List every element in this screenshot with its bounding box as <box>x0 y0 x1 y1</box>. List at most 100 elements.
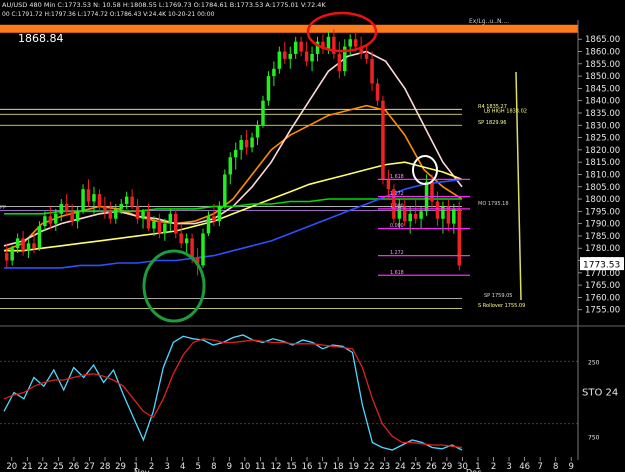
high-value-label: 1868.84 <box>18 32 64 45</box>
candle-body <box>452 208 456 224</box>
candle-body <box>26 243 31 251</box>
x-tick-label: 10 <box>239 462 250 472</box>
x-tick-label: 46 <box>519 462 530 472</box>
y-tick-label: 1760.00 <box>585 293 620 303</box>
y-tick-label: 1815.00 <box>585 158 620 168</box>
candle-body <box>283 51 287 59</box>
x-tick-label: 27 <box>84 462 95 472</box>
x-tick-label: 26 <box>426 462 437 472</box>
fib-level-label: 1.272 <box>390 191 404 197</box>
candle-body <box>435 201 440 219</box>
candle-body <box>157 221 162 234</box>
y-tick-label: 1845.00 <box>585 84 620 94</box>
symbol-info-line: AU/USD 480 Min C:1773.53 N: 10.58 H:1808… <box>2 1 326 9</box>
candle-body <box>299 41 303 52</box>
candle-body <box>212 216 216 222</box>
candle-body <box>250 137 254 148</box>
x-tick-label: 21 <box>22 462 33 472</box>
candle-body <box>114 208 118 219</box>
x-tick-label: 9 <box>227 462 232 472</box>
candle-body <box>119 203 123 209</box>
x-tick-label: 9 <box>569 462 574 472</box>
y-tick-label: 1800.00 <box>585 195 620 205</box>
candle-body <box>37 226 42 249</box>
level-label: SP 1829.96 <box>478 120 506 126</box>
candle-body <box>179 233 183 244</box>
y-tick-label: 1795.00 <box>585 207 620 217</box>
y-tick-label: 1790.00 <box>585 220 620 230</box>
candle-body <box>59 203 63 214</box>
candle-body <box>146 211 151 229</box>
ma-info-line: 00 C:1791.72 H:1797.36 L:1774.72 O:1786.… <box>2 11 215 18</box>
y-tick-label: 1825.00 <box>585 134 620 144</box>
candle-body <box>353 39 358 47</box>
x-tick-label: 24 <box>395 462 406 472</box>
candle-body <box>419 211 423 219</box>
y-tick-label: 1850.00 <box>585 72 620 82</box>
x-tick-label: 25 <box>410 462 421 472</box>
fib-level-label: 1.618 <box>390 270 404 276</box>
candle-body <box>21 238 25 251</box>
candle-body <box>233 149 238 158</box>
y-tick-label: 1865.00 <box>585 35 620 45</box>
y-tick-label: 1820.00 <box>585 146 620 156</box>
y-tick-label: 1855.00 <box>585 60 620 70</box>
price-chart[interactable]: AU/USD 480 Min C:1773.53 N: 10.58 H:1808… <box>0 0 625 472</box>
candle-body <box>103 206 107 212</box>
x-tick-label: 8 <box>211 462 216 472</box>
y-tick-label: 1805.00 <box>585 183 620 193</box>
candle-body <box>381 100 385 180</box>
candle-body <box>217 206 222 222</box>
x-tick-label: 15 <box>286 462 297 472</box>
candle-body <box>293 41 298 54</box>
x-tick-label: 3 <box>506 462 511 472</box>
y-tick-label: 1810.00 <box>585 170 620 180</box>
candle-body <box>375 83 380 101</box>
candle-body <box>124 196 129 204</box>
candle-body <box>10 248 14 261</box>
candle-body <box>348 39 352 47</box>
x-tick-label: 17 <box>317 462 328 472</box>
month-label: Nov <box>134 468 150 472</box>
x-tick-label: 2 <box>149 462 154 472</box>
candle-body <box>272 68 276 77</box>
x-tick-label: 5 <box>196 462 201 472</box>
candle-body <box>386 179 391 190</box>
candle-body <box>206 216 211 234</box>
candle-body <box>92 194 96 202</box>
x-tick-label: 26 <box>69 462 80 472</box>
candle-body <box>326 36 331 50</box>
candle-body <box>261 100 265 126</box>
y-tick-label: 1830.00 <box>585 121 620 131</box>
x-tick-label: 28 <box>100 462 111 472</box>
x-tick-label: 18 <box>333 462 344 472</box>
candle-body <box>441 206 445 219</box>
month-label: Dec <box>466 468 481 472</box>
candle-body <box>81 189 85 212</box>
level-label: LB HIGH 1833.02 <box>484 109 527 115</box>
candle-body <box>43 216 47 227</box>
candle-body <box>413 213 418 219</box>
fib-level-label: 1.000 <box>390 203 404 209</box>
x-tick-label: 16 <box>302 462 313 472</box>
fib-level-label: 1.618 <box>390 174 404 180</box>
fib-level-label: 0.000 <box>390 223 404 229</box>
candle-body <box>288 53 292 59</box>
x-tick-label: 11 <box>255 462 266 472</box>
osc-tick-label: 750 <box>588 434 600 441</box>
y-tick-label: 1785.00 <box>585 232 620 242</box>
level-label: SP 1759.05 <box>484 293 512 299</box>
candle-body <box>48 216 53 224</box>
x-tick-label: 22 <box>364 462 375 472</box>
x-tick-label: 25 <box>53 462 64 472</box>
last-price-label: 1773.53 <box>583 261 620 271</box>
candle-body <box>223 174 227 207</box>
y-tick-label: 1840.00 <box>585 97 620 107</box>
candle-body <box>266 76 271 101</box>
x-tick-label: 3 <box>164 462 169 472</box>
candle-body <box>64 203 69 212</box>
candle-body <box>239 140 243 150</box>
candle-body <box>364 53 369 59</box>
x-tick-label: 19 <box>348 462 359 472</box>
candle-body <box>75 211 80 222</box>
